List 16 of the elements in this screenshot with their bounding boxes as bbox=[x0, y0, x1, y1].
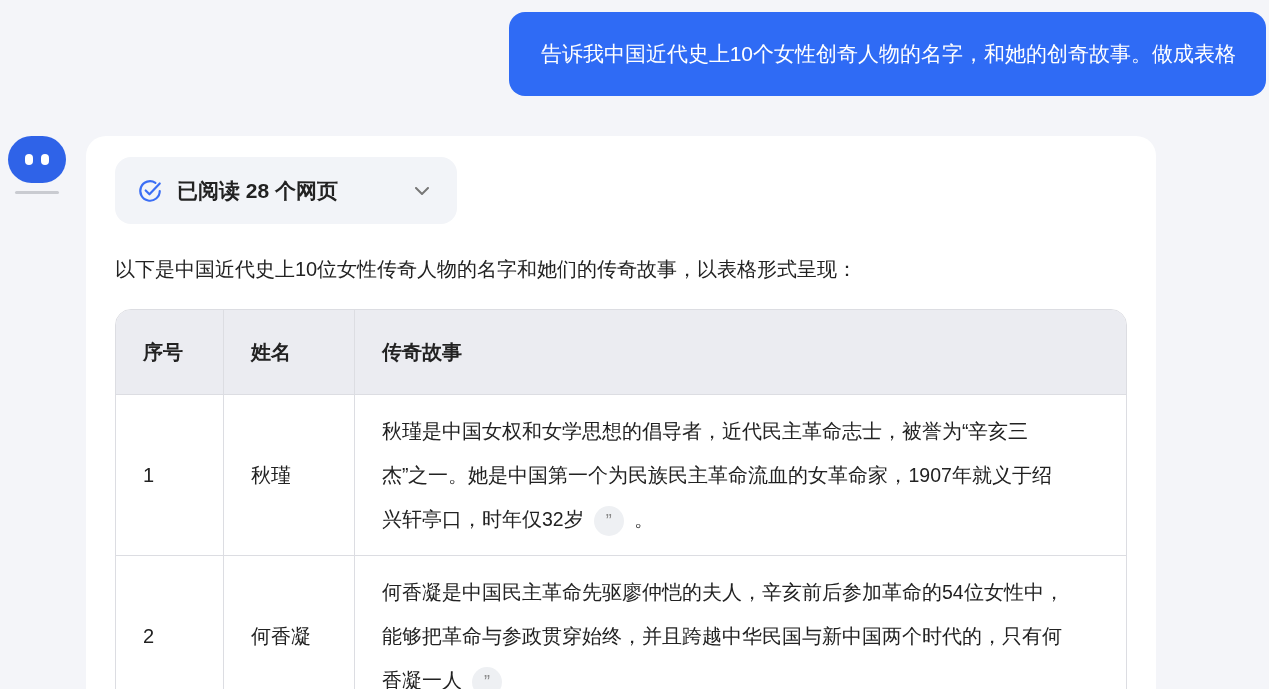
user-message: 告诉我中国近代史上10个女性创奇人物的名字，和她的创奇故事。做成表格 bbox=[508, 12, 1266, 96]
table-cell-text: 1 bbox=[142, 463, 156, 488]
sources-toggle[interactable]: 已阅读 28 个网页 bbox=[115, 157, 457, 224]
assistant-avatar-icon bbox=[8, 136, 66, 196]
table-cell: 秋瑾 bbox=[223, 395, 354, 555]
check-circle-icon bbox=[137, 177, 163, 204]
table-cell: 何香凝 bbox=[223, 556, 354, 689]
table-cell-text: 2 bbox=[142, 624, 156, 649]
story-text: 秋瑾是中国女权和女学思想的倡导者，近代民主革命志士，被誉为“辛亥三杰”之一。她是中国第一个为民族民主革命流血的女革命家，1907年就义于绍兴轩亭口，时年仅32岁 ” 。 bbox=[382, 409, 1070, 541]
column-header: 姓名 bbox=[223, 310, 354, 394]
chevron-down-icon bbox=[415, 186, 429, 195]
intro-text: 以下是中国近代史上10位女性传奇人物的名字和她们的传奇故事，以表格形式呈现： bbox=[115, 257, 859, 282]
citation-badge[interactable]: ” bbox=[472, 666, 502, 689]
citation-badge[interactable]: ” bbox=[593, 505, 624, 536]
column-header: 序号 bbox=[142, 340, 184, 365]
column-header: 传奇故事 bbox=[354, 310, 1126, 394]
